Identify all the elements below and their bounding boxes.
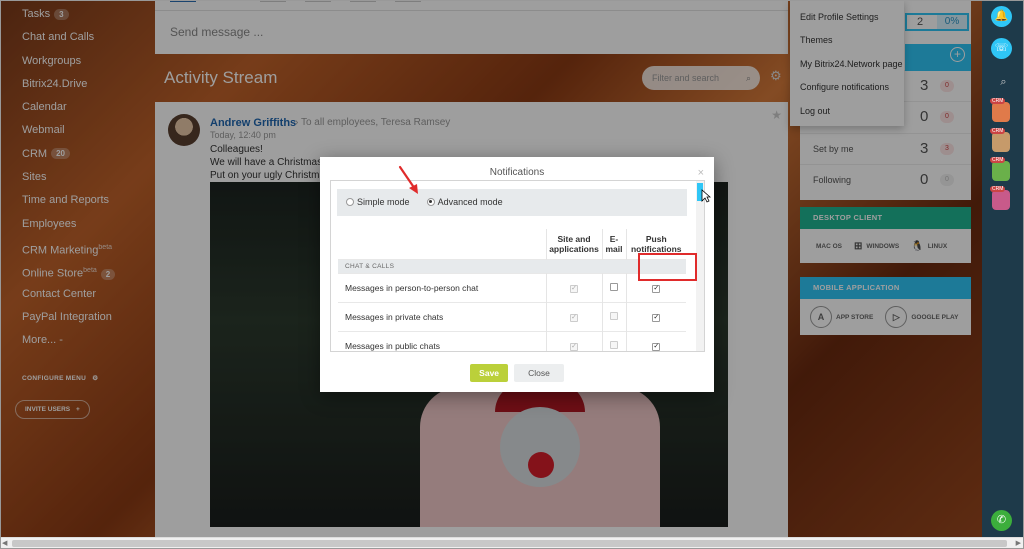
close-icon[interactable]: ×: [698, 167, 704, 179]
notifications-dialog: Notifications × Simple mode Advanced mod…: [320, 157, 714, 392]
radio-icon: [346, 197, 354, 206]
column-header-site: Site and applications: [546, 229, 603, 259]
dialog-scrollbar[interactable]: [696, 181, 704, 351]
push-checkbox[interactable]: ✓: [626, 272, 686, 302]
crm-tag: CRM: [990, 157, 1006, 163]
dialog-content-frame: Simple mode Advanced mode Site and applic…: [330, 180, 705, 352]
row-label: Messages in private chats: [338, 301, 547, 331]
mouse-cursor-icon: [701, 189, 711, 203]
crm-tag: CRM: [990, 98, 1006, 104]
scrollbar-thumb[interactable]: [12, 540, 1007, 547]
crm-lock-icon[interactable]: CRM: [990, 128, 1010, 152]
table-row: Messages in public chats ✓ ✓: [338, 330, 686, 351]
section-row: CHAT & CALLS: [338, 258, 686, 273]
search-icon[interactable]: ⌕: [993, 72, 1014, 93]
notifications-table: Site and applications E-mail Push notifica…: [338, 229, 686, 351]
save-button[interactable]: Save: [470, 364, 509, 382]
column-header-push: Push notifications: [630, 233, 682, 254]
push-checkbox[interactable]: ✓: [626, 330, 686, 351]
chat-icon[interactable]: ☏: [991, 38, 1012, 59]
advanced-mode-radio[interactable]: Advanced mode: [426, 197, 503, 207]
mode-selector: Simple mode Advanced mode: [337, 189, 687, 216]
annotation-arrow-icon: [398, 165, 418, 194]
site-checkbox: ✓: [546, 330, 603, 351]
simple-mode-label: Simple mode: [357, 197, 410, 207]
email-checkbox: [602, 330, 627, 351]
crm-lock-icon[interactable]: CRM: [990, 98, 1010, 122]
dialog-buttons: Save Close: [320, 364, 714, 382]
horizontal-scrollbar[interactable]: ◀ ▶: [0, 537, 1024, 549]
radio-selected-icon: [426, 197, 435, 206]
push-checkbox[interactable]: ✓: [626, 301, 686, 331]
table-row: Messages in person-to-person chat ✓ ✓: [338, 272, 686, 302]
simple-mode-radio[interactable]: Simple mode: [346, 197, 410, 207]
advanced-mode-label: Advanced mode: [437, 197, 503, 207]
row-label: Messages in person-to-person chat: [338, 272, 547, 302]
crm-tag: CRM: [990, 186, 1006, 192]
crm-lock-icon[interactable]: CRM: [990, 186, 1010, 210]
scroll-right-icon[interactable]: ▶: [1016, 539, 1021, 547]
row-label: Messages in public chats: [338, 330, 547, 351]
email-checkbox[interactable]: [602, 272, 627, 302]
column-header-email: E-mail: [602, 229, 627, 259]
crm-lock-icon[interactable]: CRM: [990, 157, 1010, 181]
column-header-event: [338, 229, 547, 259]
close-button[interactable]: Close: [514, 364, 564, 382]
right-rail: 🔔 ☏ ⌕ CRM CRM CRM CRM ✆: [982, 0, 1024, 537]
phone-icon[interactable]: ✆: [991, 510, 1012, 531]
section-label: CHAT & CALLS: [338, 258, 686, 273]
site-checkbox: ✓: [546, 301, 603, 331]
email-checkbox: [602, 301, 627, 331]
bell-icon[interactable]: 🔔: [991, 6, 1012, 27]
dialog-title: Notifications: [489, 167, 545, 178]
site-checkbox: ✓: [546, 272, 603, 302]
crm-tag: CRM: [990, 128, 1006, 134]
scroll-left-icon[interactable]: ◀: [2, 539, 7, 547]
table-row: Messages in private chats ✓ ✓: [338, 301, 686, 331]
